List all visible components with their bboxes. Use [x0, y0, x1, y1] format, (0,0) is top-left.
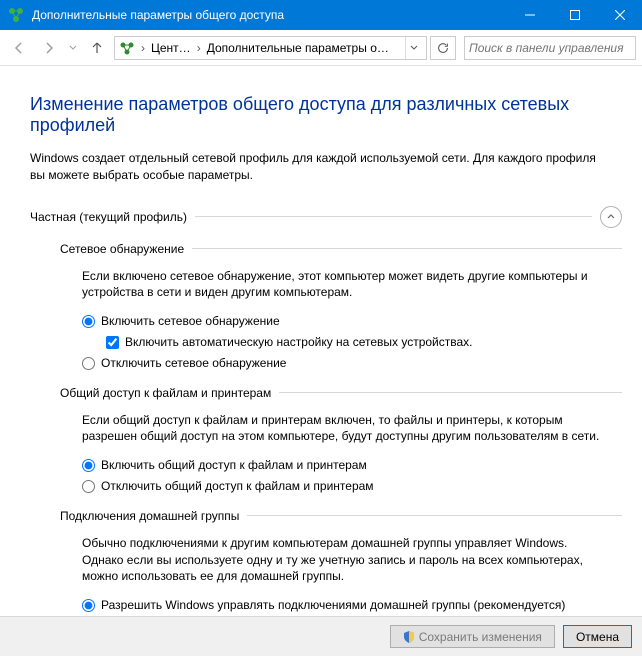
close-button[interactable] [597, 0, 642, 30]
app-icon [8, 7, 24, 23]
section-explain: Если включено сетевое обнаружение, этот … [82, 268, 612, 302]
address-dropdown[interactable] [405, 37, 422, 59]
breadcrumb-item[interactable]: Дополнительные параметры о… [207, 41, 389, 55]
button-label: Сохранить изменения [419, 630, 542, 644]
radio-input[interactable] [82, 599, 95, 612]
radio-input[interactable] [82, 480, 95, 493]
divider [192, 248, 622, 249]
minimize-button[interactable] [507, 0, 552, 30]
radio-input[interactable] [82, 357, 95, 370]
section-homegroup: Подключения домашней группы Обычно подкл… [60, 509, 622, 616]
radio-label: Отключить общий доступ к файлам и принте… [101, 478, 374, 495]
radio-label: Отключить сетевое обнаружение [101, 355, 286, 372]
section-title: Подключения домашней группы [60, 509, 239, 523]
search-box[interactable] [464, 36, 636, 60]
refresh-button[interactable] [430, 36, 456, 60]
checkbox-auto-setup[interactable]: Включить автоматическую настройку на сет… [106, 334, 612, 351]
section-explain: Если общий доступ к файлам и принтерам в… [82, 412, 612, 446]
recent-dropdown[interactable] [66, 35, 80, 61]
radio-discovery-on[interactable]: Включить сетевое обнаружение [82, 313, 612, 330]
radio-label: Включить сетевое обнаружение [101, 313, 280, 330]
radio-sharing-off[interactable]: Отключить общий доступ к файлам и принте… [82, 478, 612, 495]
section-explain: Обычно подключениями к другим компьютера… [82, 535, 612, 585]
radio-input[interactable] [82, 315, 95, 328]
checkbox-input[interactable] [106, 336, 119, 349]
section-file-sharing: Общий доступ к файлам и принтерам Если о… [60, 386, 622, 495]
save-button[interactable]: Сохранить изменения [390, 625, 555, 648]
maximize-button[interactable] [552, 0, 597, 30]
radio-label: Разрешить Windows управлять подключениям… [101, 597, 565, 614]
button-label: Отмена [576, 630, 619, 644]
footer-bar: Сохранить изменения Отмена [0, 616, 642, 656]
forward-button[interactable] [36, 35, 62, 61]
search-input[interactable] [469, 41, 631, 55]
checkbox-label: Включить автоматическую настройку на сет… [125, 334, 473, 351]
chevron-right-icon: › [139, 41, 147, 55]
chevron-right-icon: › [195, 41, 203, 55]
section-title: Сетевое обнаружение [60, 242, 184, 256]
up-button[interactable] [84, 35, 110, 61]
profile-header-private[interactable]: Частная (текущий профиль) [30, 206, 622, 228]
divider [195, 216, 592, 217]
section-title: Общий доступ к файлам и принтерам [60, 386, 271, 400]
page-heading: Изменение параметров общего доступа для … [30, 94, 622, 136]
radio-label: Включить общий доступ к файлам и принтер… [101, 457, 367, 474]
radio-homegroup-windows[interactable]: Разрешить Windows управлять подключениям… [82, 597, 612, 614]
collapse-icon[interactable] [600, 206, 622, 228]
title-bar: Дополнительные параметры общего доступа [0, 0, 642, 30]
shield-icon [403, 631, 415, 643]
radio-discovery-off[interactable]: Отключить сетевое обнаружение [82, 355, 612, 372]
section-network-discovery: Сетевое обнаружение Если включено сетево… [60, 242, 622, 372]
radio-sharing-on[interactable]: Включить общий доступ к файлам и принтер… [82, 457, 612, 474]
window-title: Дополнительные параметры общего доступа [32, 8, 507, 22]
back-button[interactable] [6, 35, 32, 61]
radio-input[interactable] [82, 459, 95, 472]
content-area: Изменение параметров общего доступа для … [0, 66, 642, 616]
divider [279, 392, 622, 393]
divider [247, 515, 622, 516]
profile-title: Частная (текущий профиль) [30, 210, 187, 224]
nav-bar: › Цент… › Дополнительные параметры о… [0, 30, 642, 66]
page-description: Windows создает отдельный сетевой профил… [30, 150, 622, 184]
address-icon [119, 40, 135, 56]
breadcrumb-item[interactable]: Цент… [151, 41, 191, 55]
cancel-button[interactable]: Отмена [563, 625, 632, 648]
address-bar[interactable]: › Цент… › Дополнительные параметры о… [114, 36, 427, 60]
